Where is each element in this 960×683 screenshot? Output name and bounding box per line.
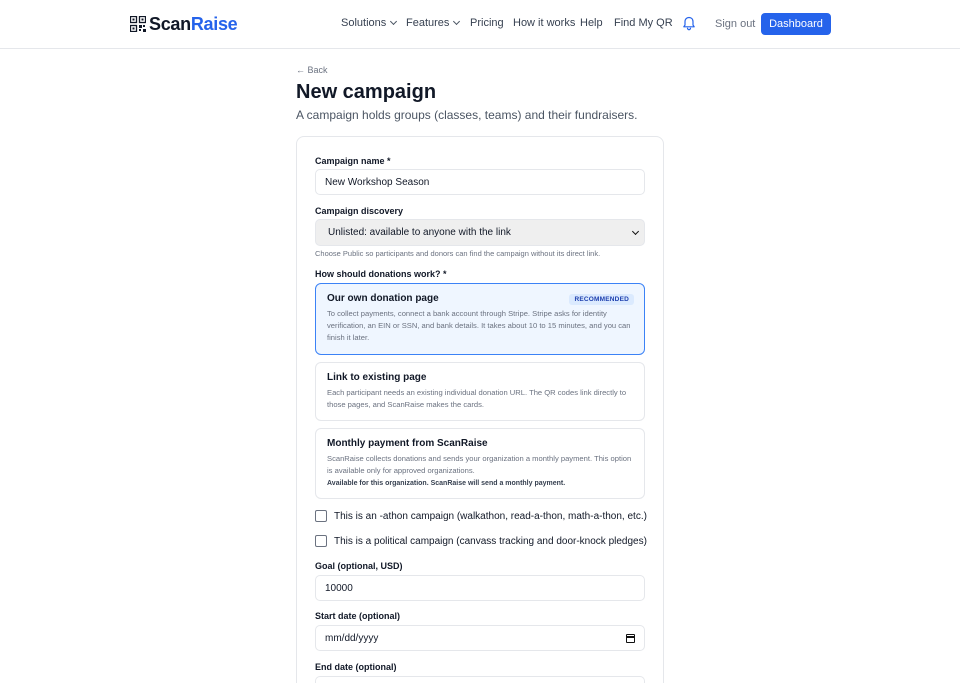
end-date-label: End date (optional) — [315, 662, 397, 672]
top-navigation-bar: ScanRaise Solutions Features Pricing How… — [0, 0, 960, 49]
page-title: New campaign — [296, 81, 437, 103]
scanraise-logo[interactable]: ScanRaise — [129, 13, 238, 35]
calendar-icon[interactable] — [626, 634, 635, 643]
bell-icon[interactable] — [682, 16, 696, 31]
option-monthly-payment[interactable]: Monthly payment from ScanRaise ScanRaise… — [315, 428, 645, 499]
donations-method-label: How should donations work? * — [315, 269, 447, 279]
option-availability-note: Available for this organization. ScanRai… — [327, 480, 566, 487]
political-campaign-checkbox[interactable] — [315, 535, 327, 547]
nav-help[interactable]: Help — [580, 17, 603, 29]
campaign-name-label: Campaign name * — [315, 156, 391, 166]
nav-features-label: Features — [406, 17, 450, 29]
option-title: Link to existing page — [327, 372, 427, 383]
athon-campaign-row: This is an -athon campaign (walkathon, r… — [315, 510, 647, 522]
dashboard-button[interactable]: Dashboard — [761, 13, 831, 35]
athon-campaign-checkbox[interactable] — [315, 510, 327, 522]
logo-text-scan: Scan — [149, 13, 191, 34]
option-description: ScanRaise collects donations and sends y… — [327, 454, 632, 475]
start-date-label: Start date (optional) — [315, 611, 400, 621]
logo-text-raise: Raise — [190, 13, 238, 34]
back-link[interactable]: ← Back — [296, 65, 328, 75]
chevron-down-icon — [453, 17, 461, 26]
campaign-discovery-value: Unlisted: available to anyone with the l… — [328, 227, 511, 238]
campaign-discovery-select[interactable]: Unlisted: available to anyone with the l… — [315, 219, 645, 246]
nav-solutions[interactable]: Solutions — [341, 17, 398, 29]
goal-label: Goal (optional, USD) — [315, 561, 403, 571]
campaign-name-input[interactable]: New Workshop Season — [315, 169, 645, 195]
goal-input[interactable]: 10000 — [315, 575, 645, 601]
political-campaign-row: This is a political campaign (canvass tr… — [315, 535, 647, 547]
qr-logo-icon — [129, 15, 147, 33]
start-date-value: mm/dd/yyyy — [325, 632, 379, 644]
nav-features[interactable]: Features — [406, 17, 461, 29]
recommended-badge: RECOMMENDED — [569, 294, 634, 305]
political-campaign-label[interactable]: This is a political campaign (canvass tr… — [334, 536, 647, 547]
campaign-discovery-label: Campaign discovery — [315, 206, 404, 216]
option-own-donation-page[interactable]: Our own donation page RECOMMENDED To col… — [315, 283, 645, 355]
page-subtitle: A campaign holds groups (classes, teams)… — [296, 108, 638, 122]
option-title: Monthly payment from ScanRaise — [327, 438, 488, 449]
chevron-down-icon — [390, 17, 398, 26]
campaign-discovery-help: Choose Public so participants and donors… — [315, 249, 601, 258]
athon-campaign-label[interactable]: This is an -athon campaign (walkathon, r… — [334, 511, 647, 522]
logo-text: ScanRaise — [149, 13, 238, 35]
option-link-existing-page[interactable]: Link to existing page Each participant n… — [315, 362, 645, 421]
nav-find-my-qr[interactable]: Find My QR — [614, 17, 673, 29]
chevron-down-icon — [631, 227, 640, 236]
start-date-input[interactable]: mm/dd/yyyy — [315, 625, 645, 651]
end-date-input[interactable] — [315, 676, 645, 683]
nav-solutions-label: Solutions — [341, 17, 387, 29]
sign-out-link[interactable]: Sign out — [715, 18, 755, 30]
option-description: Each participant needs an existing indiv… — [327, 388, 627, 409]
nav-how-it-works[interactable]: How it works — [513, 17, 575, 29]
nav-pricing[interactable]: Pricing — [470, 17, 504, 29]
option-description: To collect payments, connect a bank acco… — [327, 309, 631, 342]
